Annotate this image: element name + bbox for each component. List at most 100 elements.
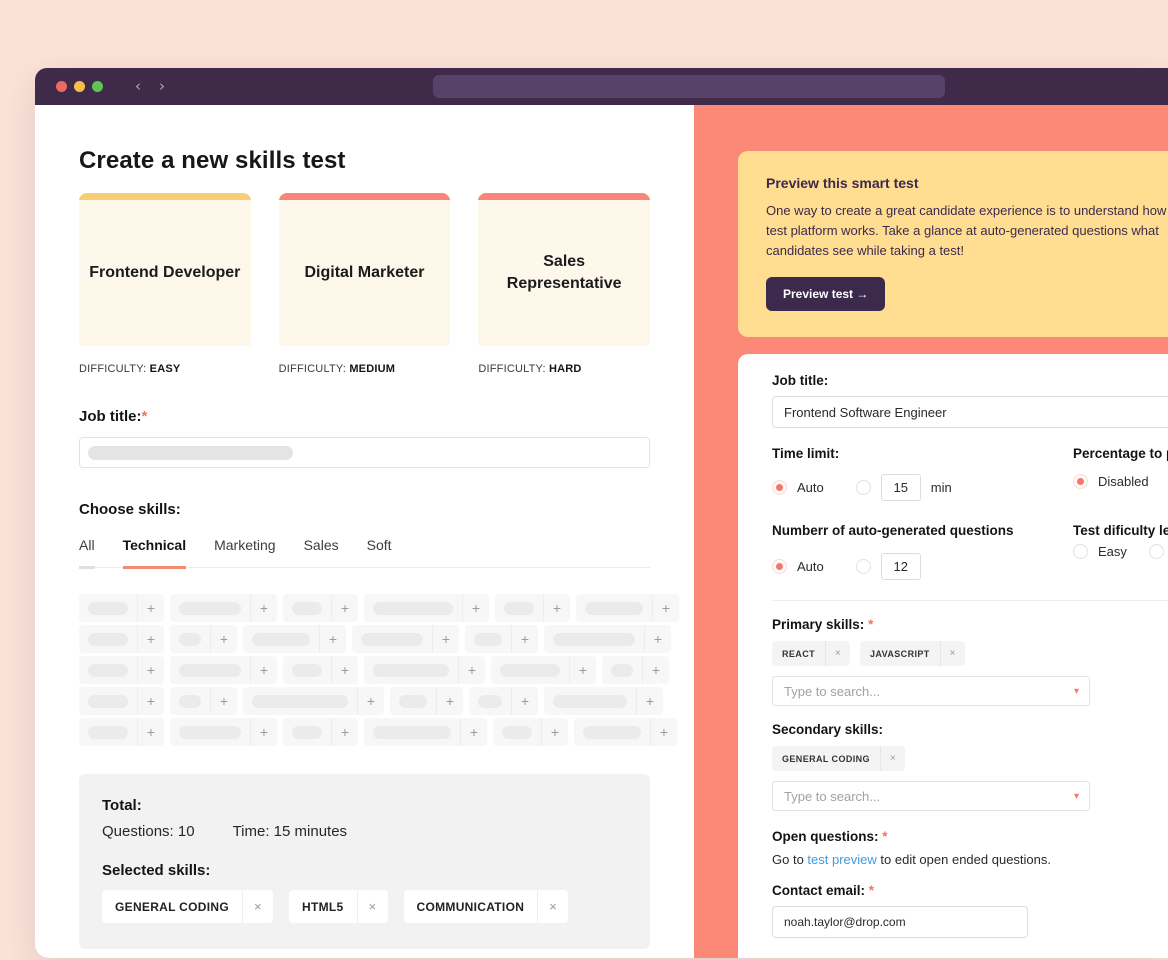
time-limit-auto-radio[interactable] <box>772 480 787 495</box>
add-skill-icon[interactable]: + <box>437 693 463 709</box>
minimize-window-icon[interactable] <box>74 81 85 92</box>
questions-count-label: Numberr of auto-generated questions <box>772 523 1073 538</box>
chip-react: REACT × <box>772 641 850 666</box>
skill-skeleton-chip: + <box>495 594 570 622</box>
primary-skills-search-input[interactable]: Type to search... ▾ <box>772 676 1090 706</box>
forward-icon[interactable]: › <box>159 79 165 94</box>
template-card-title: Frontend Developer <box>79 200 251 346</box>
skill-chip-communication: COMMUNICATION × <box>404 890 569 923</box>
skill-skeleton-chip: + <box>243 625 346 653</box>
questions-auto-label: Auto <box>797 559 824 574</box>
close-window-icon[interactable] <box>56 81 67 92</box>
browser-window: ‹ › Create a new skills test Frontend De… <box>35 68 1168 958</box>
add-skill-icon[interactable]: + <box>358 693 384 709</box>
questions-custom-radio[interactable] <box>856 559 871 574</box>
skill-skeleton-chip: + <box>79 718 164 746</box>
browser-chrome-bar: ‹ › <box>35 68 1168 105</box>
address-bar[interactable] <box>433 75 945 98</box>
maximize-window-icon[interactable] <box>92 81 103 92</box>
add-skill-icon[interactable]: + <box>463 600 489 616</box>
add-skill-icon[interactable]: + <box>512 631 538 647</box>
dropdown-caret-icon[interactable]: ▾ <box>1074 791 1079 802</box>
tab-technical[interactable]: Technical <box>123 537 187 569</box>
difficulty-medium-radio[interactable] <box>1149 544 1164 559</box>
template-card-frontend-developer[interactable]: Frontend Developer <box>79 193 251 346</box>
required-asterisk: * <box>142 408 148 425</box>
add-skill-icon[interactable]: + <box>138 631 164 647</box>
remove-skill-icon[interactable]: × <box>243 899 273 914</box>
add-skill-icon[interactable]: + <box>251 724 277 740</box>
tab-sales[interactable]: Sales <box>304 537 339 567</box>
promo-body: One way to create a great candidate expe… <box>766 201 1168 261</box>
add-skill-icon[interactable]: + <box>645 631 671 647</box>
questions-auto-radio[interactable] <box>772 559 787 574</box>
test-preview-link[interactable]: test preview <box>807 852 876 867</box>
selected-skills-label: Selected skills: <box>102 862 627 879</box>
percentage-to-pass-label: Percentage to pass: <box>1073 446 1168 461</box>
secondary-skills-search-input[interactable]: Type to search... ▾ <box>772 781 1090 811</box>
add-skill-icon[interactable]: + <box>211 631 237 647</box>
add-skill-icon[interactable]: + <box>332 600 358 616</box>
form-job-title-label: Job title: <box>772 373 1168 388</box>
remove-skill-icon[interactable]: × <box>881 753 905 764</box>
add-skill-icon[interactable]: + <box>138 693 164 709</box>
add-skill-icon[interactable]: + <box>138 662 164 678</box>
skill-skeleton-chip: + <box>170 687 237 715</box>
add-skill-icon[interactable]: + <box>637 693 663 709</box>
add-skill-icon[interactable]: + <box>138 600 164 616</box>
skill-skeleton-chip: + <box>170 625 237 653</box>
questions-count-input[interactable]: 12 <box>881 553 921 580</box>
tab-marketing[interactable]: Marketing <box>214 537 275 567</box>
secondary-skills-label: Secondary skills: <box>772 722 1168 737</box>
add-skill-icon[interactable]: + <box>251 600 277 616</box>
form-job-title-input[interactable]: Frontend Software Engineer <box>772 396 1168 428</box>
page-title: Create a new skills test <box>79 147 650 175</box>
skill-skeleton-chip: + <box>465 625 538 653</box>
card-accent-bar <box>79 193 251 200</box>
add-skill-icon[interactable]: + <box>320 631 346 647</box>
open-questions-label: Open questions: * <box>772 829 1168 844</box>
add-skill-icon[interactable]: + <box>332 662 358 678</box>
difficulty-easy-radio[interactable] <box>1073 544 1088 559</box>
add-skill-icon[interactable]: + <box>653 600 679 616</box>
skill-skeleton-chip: + <box>243 687 384 715</box>
add-skill-icon[interactable]: + <box>544 600 570 616</box>
add-skill-icon[interactable]: + <box>651 724 677 740</box>
remove-skill-icon[interactable]: × <box>358 899 388 914</box>
preview-test-button[interactable]: Preview test → <box>766 277 885 311</box>
template-card-sales-representative[interactable]: Sales Representative <box>478 193 650 346</box>
difficulty-medium: DIFFICULTY: MEDIUM <box>279 363 451 375</box>
skill-skeleton-chip: + <box>283 718 358 746</box>
add-skill-icon[interactable]: + <box>570 662 596 678</box>
contact-email-input[interactable]: noah.taylor@drop.com <box>772 906 1028 938</box>
add-skill-icon[interactable]: + <box>643 662 669 678</box>
add-skill-icon[interactable]: + <box>251 662 277 678</box>
minutes-suffix: min <box>931 480 952 495</box>
add-skill-icon[interactable]: + <box>459 662 485 678</box>
dropdown-caret-icon[interactable]: ▾ <box>1074 686 1079 697</box>
skill-skeleton-chip: + <box>390 687 463 715</box>
skill-skeleton-chip: + <box>544 625 671 653</box>
template-card-digital-marketer[interactable]: Digital Marketer <box>279 193 451 346</box>
add-skill-icon[interactable]: + <box>211 693 237 709</box>
difficulty-hard: DIFFICULTY: HARD <box>478 363 650 375</box>
skills-tabs: All Technical Marketing Sales Soft <box>79 537 650 568</box>
add-skill-icon[interactable]: + <box>542 724 568 740</box>
time-limit-custom-radio[interactable] <box>856 480 871 495</box>
add-skill-icon[interactable]: + <box>433 631 459 647</box>
remove-skill-icon[interactable]: × <box>538 899 568 914</box>
remove-skill-icon[interactable]: × <box>826 648 850 659</box>
add-skill-icon[interactable]: + <box>461 724 487 740</box>
tab-all[interactable]: All <box>79 537 95 569</box>
back-icon[interactable]: ‹ <box>135 79 141 94</box>
add-skill-icon[interactable]: + <box>332 724 358 740</box>
add-skill-icon[interactable]: + <box>138 724 164 740</box>
tab-soft[interactable]: Soft <box>367 537 392 567</box>
remove-skill-icon[interactable]: × <box>941 648 965 659</box>
add-skill-icon[interactable]: + <box>512 693 538 709</box>
total-heading: Total: <box>102 797 627 814</box>
percentage-disabled-radio[interactable] <box>1073 474 1088 489</box>
time-limit-minutes-input[interactable]: 15 <box>881 474 921 501</box>
difficulty-easy: DIFFICULTY: EASY <box>79 363 251 375</box>
job-title-input[interactable] <box>79 437 650 468</box>
